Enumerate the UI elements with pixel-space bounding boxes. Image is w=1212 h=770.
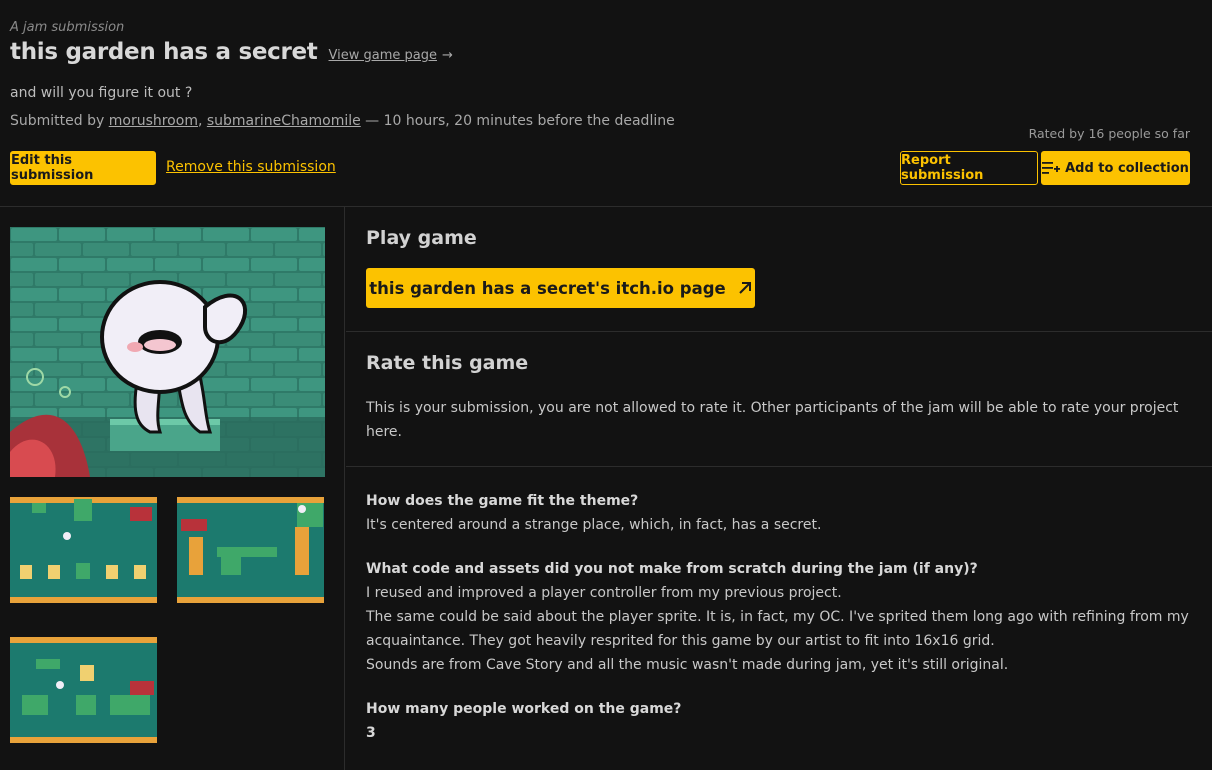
screenshot-thumbnail-2[interactable] <box>177 497 324 613</box>
submitted-prefix: Submitted by <box>10 113 109 129</box>
itchio-page-label: this garden has a secret's itch.io page <box>369 278 726 298</box>
edit-submission-button[interactable]: Edit this submission <box>10 151 156 185</box>
author-link-submarinechamomile[interactable]: submarineChamomile <box>207 113 361 129</box>
screenshot-thumbnail-1[interactable] <box>10 497 157 613</box>
rating-count: Rated by 16 people so far <box>1028 126 1190 141</box>
author-link-morushroom[interactable]: morushroom <box>109 113 198 129</box>
answer-team-size: 3 <box>366 725 376 741</box>
play-game-heading: Play game <box>366 227 477 249</box>
cover-art <box>10 227 325 477</box>
submission-details: Play game this garden has a secret's itc… <box>346 207 1212 770</box>
screenshots-column <box>0 207 345 770</box>
question-theme: How does the game fit the theme? <box>366 493 639 509</box>
screenshot-art-3 <box>10 637 157 753</box>
add-to-collection-label: Add to collection <box>1065 160 1189 176</box>
view-game-page-link[interactable]: View game page <box>329 48 437 63</box>
arrow-right-icon: → <box>441 48 453 63</box>
remove-submission-link[interactable]: Remove this submission <box>166 159 336 175</box>
question-team-size: How many people worked on the game? <box>366 701 682 717</box>
play-game-section: Play game this garden has a secret's itc… <box>346 207 1212 332</box>
submission-questions: How does the game fit the theme? It's ce… <box>346 467 1212 745</box>
game-tagline: and will you figure it out ? <box>10 85 193 101</box>
playlist-add-icon <box>1042 162 1061 174</box>
external-link-icon <box>738 282 751 294</box>
title-row: this garden has a secret View game page … <box>10 39 453 65</box>
cover-image[interactable] <box>10 227 325 477</box>
rate-notice: This is your submission, you are not all… <box>366 400 1179 440</box>
game-title: this garden has a secret <box>10 39 318 65</box>
submitted-suffix: — 10 hours, 20 minutes before the deadli… <box>360 113 675 129</box>
add-to-collection-button[interactable]: Add to collection <box>1041 151 1190 185</box>
answer-assets-line-1: I reused and improved a player controlle… <box>366 585 842 601</box>
screenshot-thumbnail-3[interactable] <box>10 637 157 753</box>
screenshot-art-2 <box>177 497 324 613</box>
answer-theme: It's centered around a strange place, wh… <box>366 517 822 533</box>
report-submission-button[interactable]: Report submission <box>900 151 1038 185</box>
rate-game-section: Rate this game This is your submission, … <box>346 332 1212 467</box>
screenshot-art-1 <box>10 497 157 613</box>
submission-header: A jam submission this garden has a secre… <box>0 0 1212 207</box>
jam-submission-label: A jam submission <box>10 20 125 35</box>
question-assets: What code and assets did you not make fr… <box>366 561 978 577</box>
answer-assets-line-2: The same could be said about the player … <box>366 609 1189 649</box>
itchio-page-button[interactable]: this garden has a secret's itch.io page <box>366 268 755 308</box>
submitted-by-line: Submitted by morushroom, submarineChamom… <box>10 113 675 129</box>
answer-assets-line-3: Sounds are from Cave Story and all the m… <box>366 657 1009 673</box>
rate-game-heading: Rate this game <box>366 352 529 374</box>
author-separator: , <box>197 113 207 129</box>
